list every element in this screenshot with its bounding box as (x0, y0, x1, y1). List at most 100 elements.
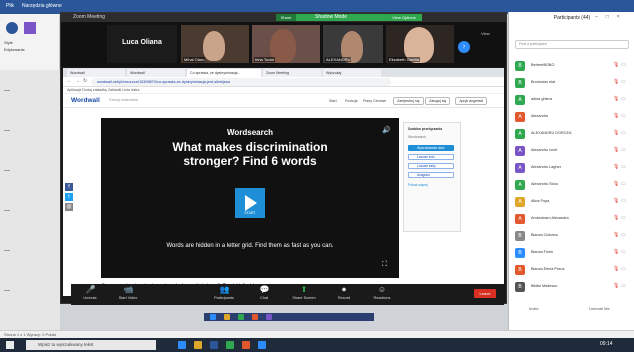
app-icon[interactable] (242, 341, 250, 349)
app-icon[interactable] (210, 314, 216, 320)
app-icon[interactable] (266, 314, 272, 320)
avatar: B (515, 265, 525, 275)
show-more-link[interactable]: Pokaż więcej (408, 183, 428, 187)
sound-icon[interactable]: 🔊 (382, 126, 391, 134)
reload-icon[interactable]: ↻ (83, 78, 87, 84)
leave-button[interactable]: Leave (474, 289, 496, 298)
avatar: A (515, 112, 525, 122)
template-option[interactable]: Anagram (408, 172, 454, 178)
participant-row[interactable]: A ALEXANDRU DORCEA 🎙 ▭ (515, 126, 629, 142)
wordwall-logo[interactable]: Wordwall (71, 97, 100, 104)
next-page-icon[interactable]: › (458, 41, 470, 53)
tile-name: Mihai Olaru (183, 57, 206, 62)
back-icon[interactable]: ← (67, 78, 72, 84)
forward-icon[interactable]: → (75, 78, 80, 84)
word-app-icon[interactable] (210, 341, 218, 349)
participant-search-input[interactable]: Find a participant (515, 40, 629, 49)
window-controls[interactable]: –□× (595, 14, 628, 20)
wordwall-search[interactable]: Szukaj materiałów (109, 98, 138, 102)
fullscreen-icon[interactable]: ⛶ (382, 261, 387, 269)
template-option[interactable]: Wyszukiwanie słów (408, 145, 454, 151)
video-tile[interactable]: Luca Oliana (107, 25, 177, 63)
record-button[interactable]: ⏺ Record (327, 286, 361, 301)
chat-button[interactable]: 💬 Chat (247, 285, 281, 301)
video-tile[interactable]: Irina Tudor (252, 25, 320, 63)
muted-mic-icon: 🎙 (613, 215, 620, 221)
participant-row[interactable]: B Bianca Florin 🎙 ▭ (515, 245, 629, 261)
ribbon-home-tab[interactable]: Narzędzia główne (22, 3, 62, 9)
facebook-icon[interactable]: f (65, 183, 73, 191)
language-button[interactable]: Język angielski (455, 97, 488, 105)
muted-mic-icon: 🎙 (613, 130, 620, 136)
video-tile[interactable]: Mihai Olaru (181, 25, 249, 63)
participant-row[interactable]: B BerbertBOBO 🎙 ▭ (515, 58, 629, 74)
video-off-icon: ▭ (621, 266, 626, 272)
microphone-icon: 🎤 (85, 285, 96, 294)
login-button[interactable]: Zaloguj się (425, 97, 451, 105)
nav-pricing[interactable]: Plany Cenowe (363, 99, 386, 103)
browser-tab[interactable]: Wyszukaj (323, 69, 381, 77)
zoom-app-icon[interactable] (258, 341, 266, 349)
participant-row[interactable]: A Alexandru Lagher 🎙 ▭ (515, 160, 629, 176)
nav-start[interactable]: Start (329, 99, 337, 103)
participant-row[interactable]: B Bildisi Madescu 🎙 ▭ (515, 279, 629, 295)
clock[interactable]: 09:14 (600, 341, 613, 347)
game-type: Wordsearch (226, 128, 274, 137)
participant-row[interactable]: A Alina Popa 🎙 ▭ (515, 194, 629, 210)
tile-name: Elizabeth Gavrila (388, 57, 421, 62)
format-icon[interactable] (24, 22, 36, 34)
tile-name: Irina Tudor (254, 57, 276, 62)
app-icon[interactable] (226, 341, 234, 349)
participant-row[interactable]: B Bianca Ciobanu 🎙 ▭ (515, 228, 629, 244)
chat-icon: 💬 (259, 285, 270, 294)
video-off-icon: ▭ (621, 79, 626, 85)
participant-row[interactable]: Aadina ghiera 🎙 ▭ (515, 92, 629, 108)
start-video-button[interactable]: 📹 Start Video (111, 286, 145, 301)
ribbon-file-tab[interactable]: Plik (6, 3, 14, 9)
participant-row[interactable]: A Alexandru Stolu 🎙 ▭ (515, 177, 629, 193)
app-icon[interactable] (252, 314, 258, 320)
video-tile[interactable]: ALEXANDRU (323, 25, 383, 63)
view-options-button[interactable]: View Options (386, 14, 422, 21)
video-off-icon: ▭ (621, 198, 626, 204)
video-off-icon: ▭ (621, 164, 626, 170)
email-icon[interactable]: @ (65, 203, 73, 211)
participant-row[interactable]: A Alexandru Ionel 🎙 ▭ (515, 143, 629, 159)
template-option[interactable]: Losowe karty (408, 163, 454, 169)
browser-tab[interactable]: Wordwall (67, 69, 125, 77)
start-label: START (244, 211, 256, 215)
invite-button[interactable]: Invite (529, 306, 539, 311)
twitter-icon[interactable]: t (65, 193, 73, 201)
participant-row[interactable]: B Bronisiaru elat 🎙 ▭ (515, 75, 629, 91)
browser-tab[interactable]: Wordwall (127, 69, 185, 77)
app-icon[interactable] (194, 341, 202, 349)
participants-button[interactable]: 👥 Participants (207, 286, 241, 301)
avatar: A (515, 129, 525, 139)
browser-tab-active[interactable]: Co sprawia, że dyskryminacja... (187, 69, 261, 77)
signup-button[interactable]: Zarejestruj się (393, 97, 424, 105)
game-area[interactable]: Wordsearch What makes discrimination str… (101, 118, 399, 278)
participant-row[interactable]: B Bianca Elena Preus 🎙 ▭ (515, 262, 629, 278)
template-option[interactable]: Losowe koło (408, 154, 454, 160)
url-bar[interactable]: wordwall.net/pl/resource/15399870/co-spr… (91, 78, 391, 86)
video-tile[interactable]: Elizabeth Gavrila (386, 25, 454, 63)
bookmarks-bar[interactable]: Aplikacje Dodaj zakładkę Zakładki Lista … (63, 87, 504, 94)
windows-start-icon[interactable] (6, 341, 14, 349)
taskbar-search-input[interactable]: Wpisz tu wyszukiwany tekst (26, 340, 156, 350)
video-off-icon: ▭ (621, 147, 626, 153)
unmute-me-button[interactable]: Unmute Me (589, 306, 610, 311)
participant-row[interactable]: A Alexandru 🎙 ▭ (515, 109, 629, 125)
windows-taskbar: Wpisz tu wyszukiwany tekst 09:14 (0, 338, 634, 352)
participant-row[interactable]: A Ambrolearn Alexandra 🎙 ▭ (515, 211, 629, 227)
app-icon[interactable] (178, 341, 186, 349)
share-screen-button[interactable]: ⬆ Share Screen (287, 286, 321, 301)
nav-features[interactable]: Funkcje (345, 99, 358, 103)
app-icon[interactable] (238, 314, 244, 320)
view-button[interactable]: View (481, 31, 490, 36)
browser-tab[interactable]: Zoom Meeting (263, 69, 321, 77)
start-button[interactable]: START (235, 188, 265, 218)
reactions-button[interactable]: ☺ Reactions (365, 286, 399, 301)
help-icon[interactable] (6, 22, 18, 34)
unmute-button[interactable]: 🎤 Unmute (73, 285, 107, 301)
app-icon[interactable] (224, 314, 230, 320)
